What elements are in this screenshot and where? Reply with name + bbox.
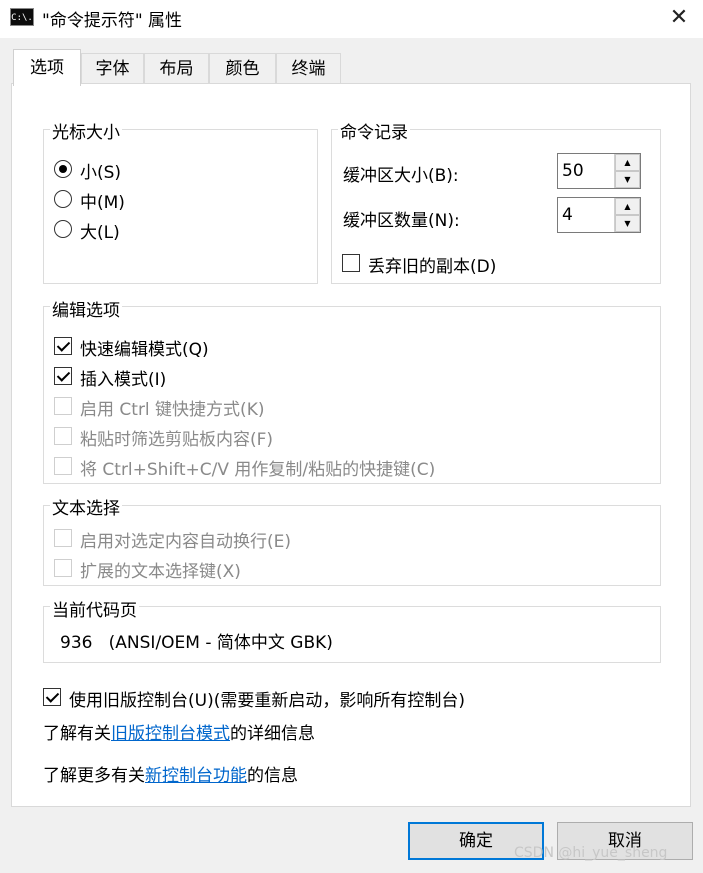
buffer-count-down-button[interactable]: ▼ — [615, 215, 640, 232]
buffer-size-down-button[interactable]: ▼ — [615, 171, 640, 188]
legacy-info-suffix: 的详细信息 — [230, 724, 315, 744]
legacy-info-text: 了解有关旧版控制台模式的详细信息 — [43, 719, 315, 744]
radio-cursor-medium-label: 中(M) — [80, 193, 125, 213]
insert-mode-checkbox[interactable] — [54, 367, 72, 385]
window-title: "命令提示符" 属性 — [42, 11, 183, 31]
close-icon: ✕ — [669, 5, 689, 30]
buffer-size-spin: ▲ ▼ — [614, 154, 640, 188]
caret-down-icon: ▼ — [624, 175, 631, 184]
buffer-count-spin: ▲ ▼ — [614, 198, 640, 232]
title-bar: C:\. "命令提示符" 属性 ✕ — [0, 0, 703, 38]
line-wrap-selection-label: 启用对选定内容自动换行(E) — [80, 532, 292, 552]
buffer-size-label: 缓冲区大小(B): — [343, 166, 459, 186]
discard-old-duplicates-checkbox[interactable] — [342, 254, 360, 272]
quick-edit-label: 快速编辑模式(Q) — [80, 340, 209, 360]
new-features-suffix: 的信息 — [247, 766, 298, 786]
legacy-console-checkbox[interactable] — [43, 688, 61, 706]
legacy-console-mode-link[interactable]: 旧版控制台模式 — [111, 724, 230, 744]
radio-cursor-small-label: 小(S) — [80, 163, 122, 183]
buffer-count-label: 缓冲区数量(N): — [343, 211, 460, 231]
extended-selection-keys-checkbox[interactable] — [54, 559, 72, 577]
quick-edit-checkbox[interactable] — [54, 337, 72, 355]
caret-up-icon: ▲ — [624, 202, 631, 211]
buffer-size-value[interactable]: 50 — [562, 161, 584, 181]
tab-options[interactable]: 选项 — [13, 49, 81, 86]
caret-down-icon: ▼ — [624, 219, 631, 228]
command-history-title: 命令记录 — [338, 118, 410, 143]
radio-cursor-medium[interactable] — [54, 190, 72, 208]
new-features-info-text: 了解更多有关新控制台功能的信息 — [43, 761, 298, 786]
radio-cursor-large-label: 大(L) — [80, 223, 120, 243]
caret-up-icon: ▲ — [624, 158, 631, 167]
radio-cursor-small[interactable] — [54, 160, 72, 178]
discard-old-duplicates-label: 丢弃旧的副本(D) — [368, 257, 497, 277]
legacy-info-prefix: 了解有关 — [43, 724, 111, 744]
tab-terminal[interactable]: 终端 — [276, 53, 341, 84]
new-features-prefix: 了解更多有关 — [43, 766, 145, 786]
ctrl-shift-copy-paste-label: 将 Ctrl+Shift+C/V 用作复制/粘贴的快捷键(C) — [80, 460, 436, 480]
edit-options-title: 编辑选项 — [50, 296, 122, 321]
filter-clipboard-checkbox[interactable] — [54, 427, 72, 445]
extended-selection-keys-label: 扩展的文本选择键(X) — [80, 562, 241, 582]
tab-font[interactable]: 字体 — [81, 53, 144, 84]
insert-mode-label: 插入模式(I) — [80, 370, 167, 390]
buffer-count-stepper[interactable]: 4 ▲ ▼ — [557, 197, 641, 233]
line-wrap-selection-checkbox[interactable] — [54, 529, 72, 547]
filter-clipboard-label: 粘贴时筛选剪贴板内容(F) — [80, 430, 274, 450]
buffer-size-stepper[interactable]: 50 ▲ ▼ — [557, 153, 641, 189]
ctrl-shift-copy-paste-checkbox[interactable] — [54, 457, 72, 475]
close-button[interactable]: ✕ — [660, 2, 698, 34]
new-console-features-link[interactable]: 新控制台功能 — [145, 766, 247, 786]
legacy-console-label: 使用旧版控制台(U)(需要重新启动，影响所有控制台) — [69, 691, 465, 711]
ctrl-shortcuts-checkbox[interactable] — [54, 397, 72, 415]
code-page-title: 当前代码页 — [50, 596, 139, 621]
buffer-count-up-button[interactable]: ▲ — [615, 198, 640, 215]
buffer-count-value[interactable]: 4 — [562, 205, 573, 225]
code-page-value: 936 (ANSI/OEM - 简体中文 GBK) — [60, 633, 333, 653]
text-selection-title: 文本选择 — [50, 494, 122, 519]
watermark-text: CSDN @hi_yue_sheng — [514, 845, 668, 861]
cursor-size-title: 光标大小 — [50, 118, 122, 143]
ctrl-shortcuts-label: 启用 Ctrl 键快捷方式(K) — [80, 400, 265, 420]
tab-colors[interactable]: 颜色 — [209, 53, 276, 84]
buffer-size-up-button[interactable]: ▲ — [615, 154, 640, 171]
tab-layout[interactable]: 布局 — [144, 53, 209, 84]
radio-cursor-large[interactable] — [54, 220, 72, 238]
cmd-app-icon: C:\. — [10, 8, 34, 26]
